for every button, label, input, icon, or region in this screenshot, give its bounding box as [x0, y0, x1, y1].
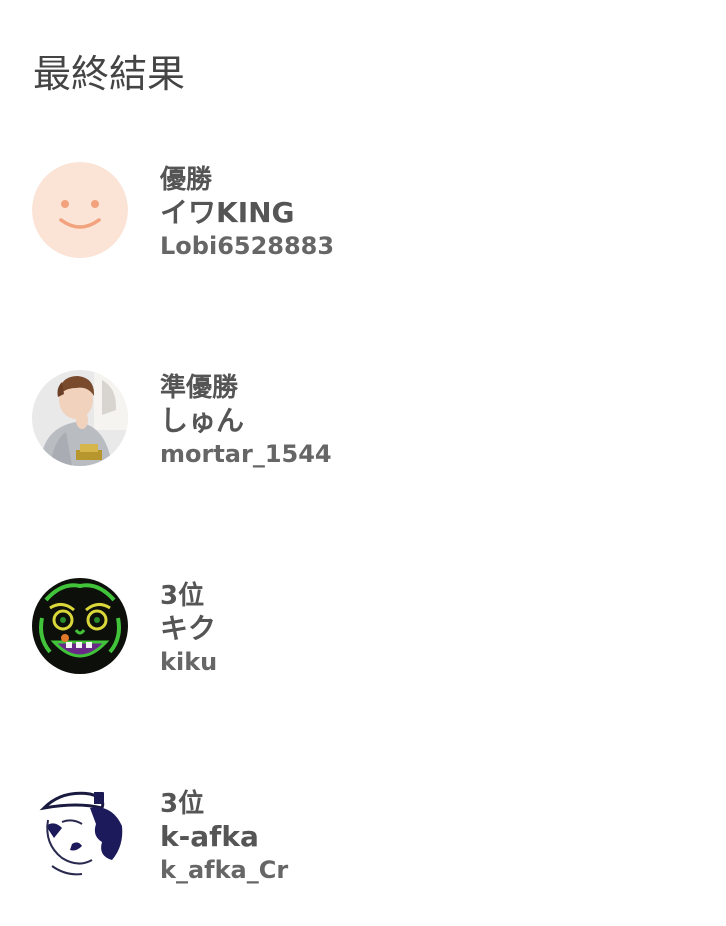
- sketch-figure-icon: [32, 786, 128, 882]
- result-item-winner[interactable]: 優勝 イワKING Lobi6528883: [32, 162, 692, 272]
- result-item-third-kafka[interactable]: 3位 k-afka k_afka_Cr: [32, 786, 692, 896]
- player-name[interactable]: キク: [160, 612, 216, 646]
- person-photo-icon: [32, 370, 128, 466]
- player-name[interactable]: k-afka: [160, 820, 259, 854]
- sketch-figure-avatar[interactable]: [32, 786, 128, 882]
- smiley-icon: [32, 162, 128, 258]
- result-list: 優勝 イワKING Lobi6528883 準優勝 しゅん mortar_154…: [0, 0, 726, 926]
- oni-mask-icon: [32, 578, 128, 674]
- player-id: k_afka_Cr: [160, 856, 289, 884]
- result-item-third-kiku[interactable]: 3位 キク kiku: [32, 578, 692, 688]
- player-name[interactable]: イワKING: [160, 196, 295, 230]
- rank-label: 3位: [160, 581, 205, 611]
- result-item-runner-up[interactable]: 準優勝 しゅん mortar_1544: [32, 370, 692, 480]
- neon-oni-mask-avatar[interactable]: [32, 578, 128, 674]
- rank-label: 3位: [160, 789, 205, 819]
- photo-person-avatar[interactable]: [32, 370, 128, 466]
- rank-label: 準優勝: [160, 373, 239, 403]
- player-id: mortar_1544: [160, 440, 332, 468]
- player-id: kiku: [160, 648, 218, 676]
- player-name[interactable]: しゅん: [160, 404, 244, 438]
- default-smiley-avatar[interactable]: [32, 162, 128, 258]
- player-id: Lobi6528883: [160, 232, 335, 260]
- rank-label: 優勝: [160, 165, 213, 195]
